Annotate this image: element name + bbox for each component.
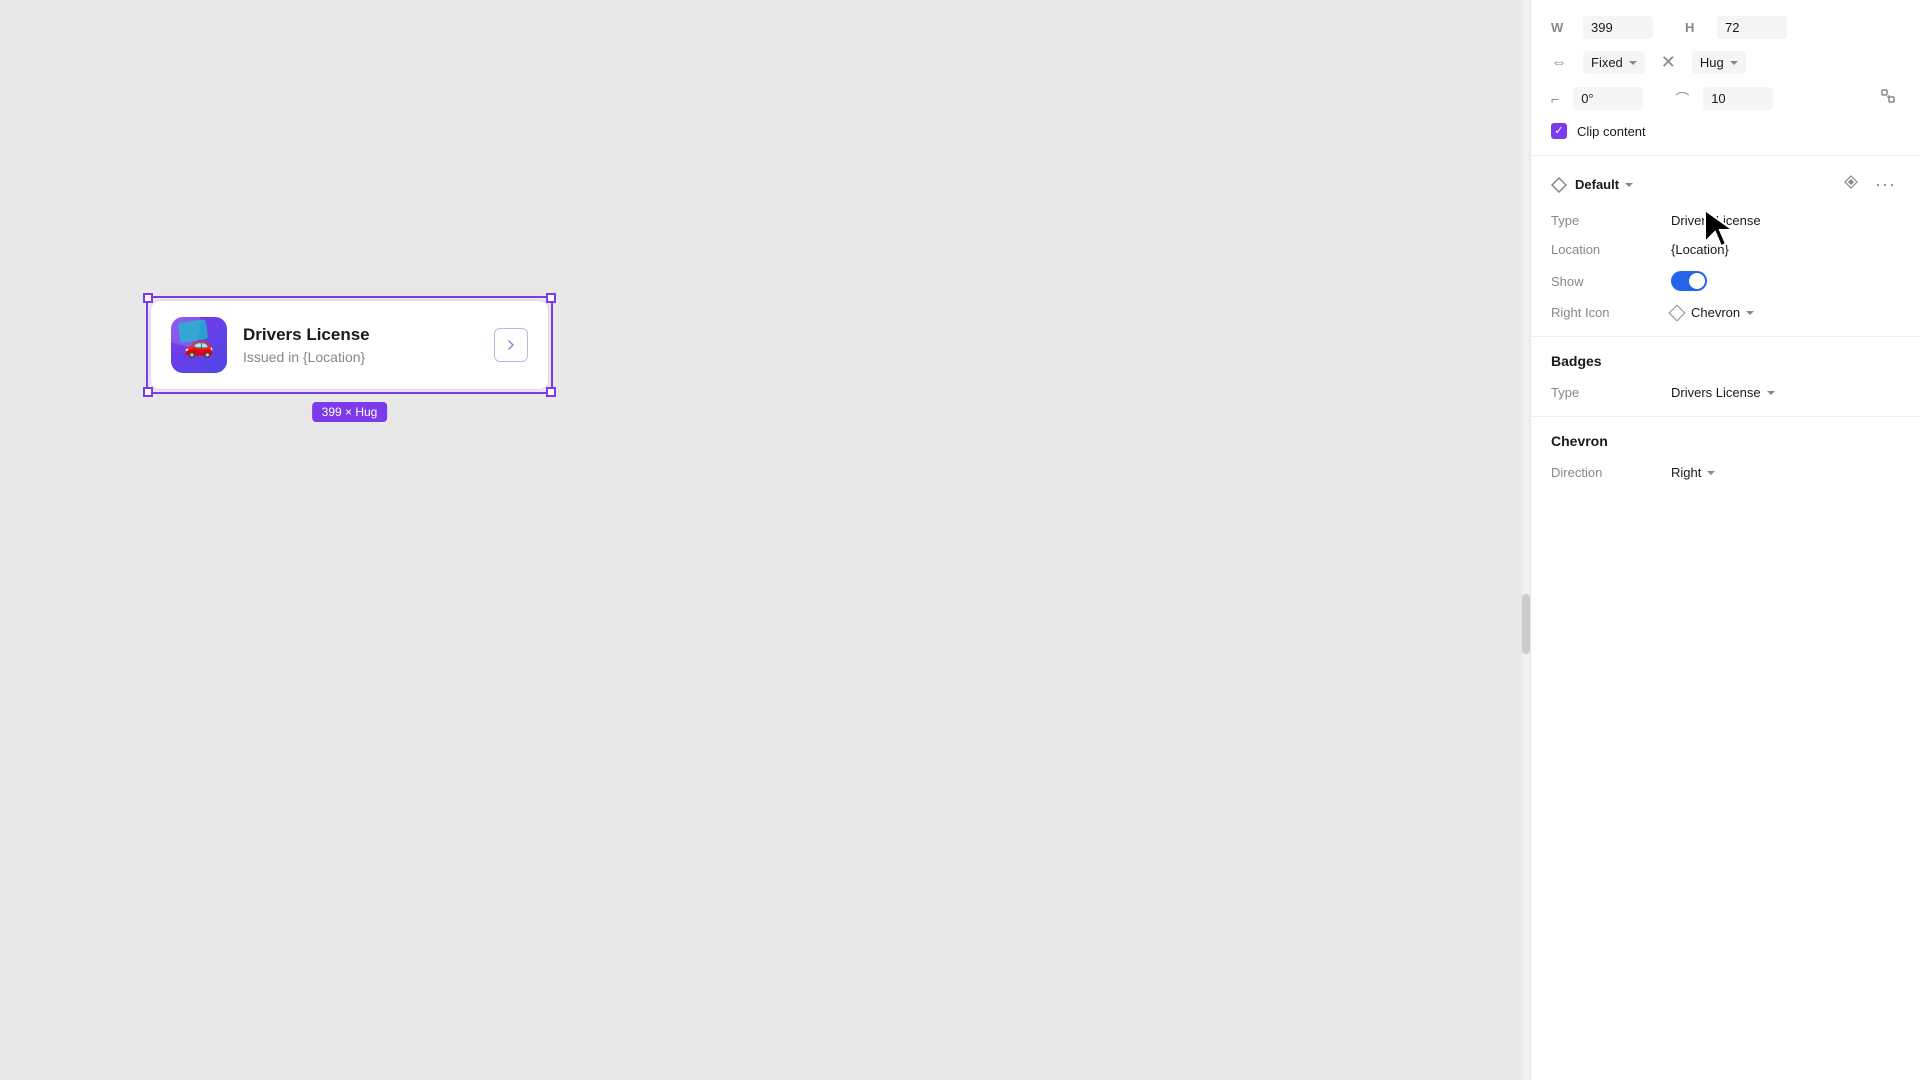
direction-row: Direction Right — [1551, 465, 1900, 480]
direction-chevron-icon — [1707, 471, 1715, 475]
car-icon: 🚗 — [184, 331, 214, 360]
default-section-header: Default ··· — [1551, 172, 1900, 197]
component-reset-button[interactable] — [1839, 172, 1863, 197]
dimensions-row: W H — [1551, 16, 1900, 39]
clip-content-label: Clip content — [1577, 124, 1646, 139]
height-input[interactable] — [1717, 16, 1787, 39]
resize-icon — [1880, 88, 1896, 104]
chevron-section-title: Chevron — [1551, 433, 1900, 449]
component-icon — [1843, 174, 1859, 190]
toggle-track — [1671, 271, 1707, 291]
width-mode-dropdown[interactable]: Fixed — [1583, 51, 1645, 74]
scrollbar-track[interactable] — [1522, 0, 1530, 1080]
card-title: Drivers License — [243, 325, 478, 345]
badges-type-chevron-icon — [1767, 391, 1775, 395]
width-mode-icon: ⇔ — [1551, 54, 1567, 72]
badges-section-title: Badges — [1551, 353, 1900, 369]
right-icon-key: Right Icon — [1551, 305, 1671, 320]
card-subtitle: Issued in {Location} — [243, 349, 478, 365]
clip-content-checkbox[interactable]: ✓ — [1551, 123, 1567, 139]
type-value: Drivers License — [1671, 213, 1761, 228]
handle-top-left[interactable] — [143, 293, 153, 303]
badges-type-row: Type Drivers License — [1551, 385, 1900, 400]
right-icon-row: Right Icon Chevron — [1551, 305, 1900, 320]
card-component[interactable]: 🚗 Drivers License Issued in {Location} — [150, 300, 549, 390]
type-row: Type Drivers License — [1551, 213, 1900, 228]
diamond-small-icon — [1669, 304, 1686, 321]
default-title-dropdown[interactable]: Default — [1575, 177, 1831, 192]
width-mode-chevron-icon — [1629, 61, 1637, 65]
corner-radius-icon: ⌒ — [1675, 89, 1689, 109]
default-section-title: Default — [1575, 177, 1831, 192]
height-mode-dropdown[interactable]: Hug — [1692, 51, 1746, 74]
toggle-thumb — [1689, 273, 1705, 289]
chevron-section: Chevron Direction Right — [1531, 417, 1920, 496]
dimensions-section: W H ⇔ Fixed ✕ Hug ⌐ ⌒ — [1531, 0, 1920, 156]
badges-section: Badges Type Drivers License — [1531, 337, 1920, 417]
canvas-area: 🚗 Drivers License Issued in {Location} 3… — [0, 0, 1530, 1080]
rotation-input[interactable] — [1573, 87, 1643, 110]
location-value: {Location} — [1671, 242, 1729, 257]
badges-type-key: Type — [1551, 385, 1671, 400]
width-label: W — [1551, 20, 1575, 35]
location-key: Location — [1551, 242, 1671, 257]
resize-button[interactable] — [1876, 86, 1900, 111]
width-input[interactable] — [1583, 16, 1653, 39]
right-icon-value-container: Chevron — [1671, 305, 1754, 320]
rotation-icon: ⌐ — [1551, 91, 1559, 107]
direction-key: Direction — [1551, 465, 1671, 480]
show-row: Show — [1551, 271, 1900, 291]
right-panel: W H ⇔ Fixed ✕ Hug ⌐ ⌒ — [1530, 0, 1920, 1080]
more-options-button[interactable]: ··· — [1871, 172, 1900, 197]
selection-box: 🚗 Drivers License Issued in {Location} 3… — [150, 300, 549, 390]
right-icon-dropdown[interactable]: Chevron — [1691, 305, 1754, 320]
height-mode-chevron-icon — [1730, 61, 1738, 65]
handle-bottom-left[interactable] — [143, 387, 153, 397]
handle-top-right[interactable] — [546, 293, 556, 303]
card-chevron-button[interactable] — [494, 328, 528, 362]
location-row: Location {Location} — [1551, 242, 1900, 257]
default-section: Default ··· Type Drivers License Locatio… — [1531, 156, 1920, 337]
corner-radius-input[interactable] — [1703, 87, 1773, 110]
rotation-corner-row: ⌐ ⌒ — [1551, 86, 1900, 111]
type-key: Type — [1551, 213, 1671, 228]
checkmark-icon: ✓ — [1554, 126, 1563, 137]
direction-dropdown[interactable]: Right — [1671, 465, 1715, 480]
canvas-element-wrapper[interactable]: 🚗 Drivers License Issued in {Location} 3… — [150, 300, 549, 390]
card-icon-background: 🚗 — [171, 317, 227, 373]
show-toggle[interactable] — [1671, 271, 1707, 291]
sizing-row: ⇔ Fixed ✕ Hug — [1551, 51, 1900, 74]
handle-bottom-right[interactable] — [546, 387, 556, 397]
size-label: 399 × Hug — [312, 402, 388, 422]
badges-type-dropdown[interactable]: Drivers License — [1671, 385, 1775, 400]
default-dropdown-chevron-icon — [1625, 183, 1633, 187]
show-key: Show — [1551, 274, 1671, 289]
chevron-right-icon — [505, 339, 517, 351]
clip-content-row: ✓ Clip content — [1551, 123, 1900, 139]
height-label: H — [1685, 20, 1709, 35]
scrollbar-thumb[interactable] — [1522, 594, 1530, 654]
times-icon: ✕ — [1661, 52, 1676, 73]
card-text-block: Drivers License Issued in {Location} — [243, 325, 478, 365]
right-icon-chevron-icon — [1746, 311, 1754, 315]
diamond-icon — [1551, 177, 1567, 193]
